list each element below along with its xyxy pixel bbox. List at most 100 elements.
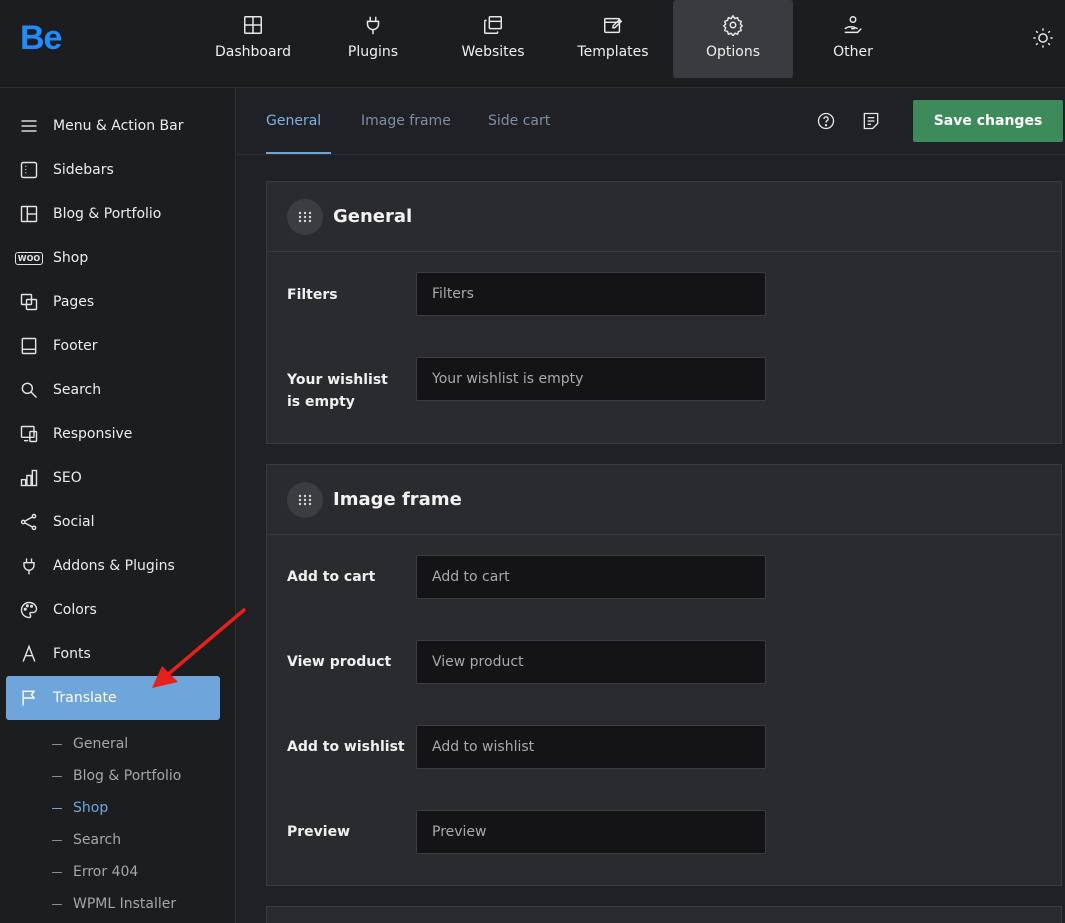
content-header: General Image frame Side cart Save chang…: [237, 88, 1065, 155]
sidebar-item-colors[interactable]: Colors: [6, 588, 220, 632]
field-row: Add to cart: [267, 535, 1061, 620]
translate-submenu: General Blog & Portfolio Shop Search Err…: [52, 728, 232, 920]
nav-dashboard[interactable]: Dashboard: [193, 0, 313, 78]
sidebar-item-search[interactable]: Search: [6, 368, 220, 412]
sidebar-icon: [20, 161, 38, 179]
nav-options[interactable]: Options: [673, 0, 793, 78]
dashboard-icon: [244, 16, 262, 34]
nav-options-label: Options: [705, 44, 761, 60]
sidebar-item-footer[interactable]: Footer: [6, 324, 220, 368]
drag-handle[interactable]: [287, 481, 323, 518]
hand-user-icon: [844, 16, 862, 34]
theme-toggle[interactable]: [1032, 27, 1056, 51]
share-icon: [20, 513, 37, 531]
nav-websites-label: Websites: [461, 44, 525, 60]
websites-icon: [484, 16, 502, 34]
nav-other[interactable]: Other: [793, 0, 913, 78]
submenu-item-general[interactable]: General: [52, 728, 232, 760]
sidebar-item-responsive[interactable]: Responsive: [6, 412, 220, 456]
field-row: Preview: [267, 790, 1061, 875]
tab-general[interactable]: General: [266, 88, 331, 154]
sidebar-item-label: Colors: [53, 602, 97, 618]
sidebar-item-label: Shop: [53, 250, 89, 266]
field-label: Add to cart: [287, 569, 376, 585]
woo-icon: WOO: [14, 251, 44, 265]
field-label: Your wishlist is empty: [287, 372, 388, 410]
responsive-icon: [20, 425, 38, 443]
help-button[interactable]: [816, 111, 838, 133]
add-to-wishlist-input[interactable]: [416, 725, 766, 769]
notes-icon: [863, 112, 879, 130]
dash-icon: [52, 807, 62, 809]
tab-image-frame[interactable]: Image frame: [361, 88, 451, 154]
dash-icon: [52, 743, 62, 745]
submenu-item-wpml-installer[interactable]: WPML Installer: [52, 888, 232, 920]
submenu-item-blog-portfolio[interactable]: Blog & Portfolio: [52, 760, 232, 792]
view-product-input[interactable]: [416, 640, 766, 684]
nav-templates[interactable]: Templates: [553, 0, 673, 78]
sidebar-item-pages[interactable]: Pages: [6, 280, 220, 324]
submenu-item-shop[interactable]: Shop: [52, 792, 232, 824]
panel-header: General: [267, 182, 1061, 252]
wishlist-empty-input[interactable]: [416, 357, 766, 401]
options-sidebar: Menu & Action Bar Sidebars Blog & Portfo…: [0, 88, 236, 923]
sidebar-item-fonts[interactable]: Fonts: [6, 632, 220, 676]
dash-icon: [52, 871, 62, 873]
field-label: Add to wishlist: [287, 739, 405, 755]
sidebar-item-sidebars[interactable]: Sidebars: [6, 148, 220, 192]
sidebar-item-label: SEO: [53, 470, 82, 486]
dash-icon: [52, 775, 62, 777]
submenu-item-label: Shop: [73, 800, 109, 816]
sidebar-item-shop[interactable]: WOO Shop: [6, 236, 220, 280]
panel-title: General: [333, 206, 413, 227]
sidebar-item-blog-portfolio[interactable]: Blog & Portfolio: [6, 192, 220, 236]
drag-dots-icon: [298, 211, 312, 222]
sidebar-item-translate[interactable]: Translate: [6, 676, 220, 720]
main-nav: Dashboard Plugins Websites Templates Opt…: [193, 0, 913, 78]
drag-handle[interactable]: [287, 198, 323, 235]
nav-templates-label: Templates: [577, 44, 649, 60]
sidebar-item-label: Addons & Plugins: [53, 558, 175, 574]
sidebar-item-menu-action-bar[interactable]: Menu & Action Bar: [6, 104, 220, 148]
nav-plugins[interactable]: Plugins: [313, 0, 433, 78]
nav-dashboard-label: Dashboard: [215, 44, 291, 60]
submenu-item-label: General: [73, 736, 129, 752]
gear-icon: [722, 14, 744, 36]
field-label: Filters: [287, 287, 338, 303]
submenu-item-error-404[interactable]: Error 404: [52, 856, 232, 888]
field-row: Your wishlist is empty: [267, 337, 1061, 422]
plug-icon: [366, 16, 380, 35]
nav-plugins-label: Plugins: [347, 44, 399, 60]
panel-title: Image frame: [333, 489, 462, 510]
layout-icon: [20, 205, 38, 223]
field-row: View product: [267, 620, 1061, 705]
sidebar-item-label: Responsive: [53, 426, 133, 442]
be-logo[interactable]: Be: [20, 20, 62, 56]
sidebar-item-social[interactable]: Social: [6, 500, 220, 544]
notes-button[interactable]: [861, 111, 883, 133]
plug-icon: [23, 558, 35, 575]
drag-dots-icon: [298, 494, 312, 505]
save-changes-button[interactable]: Save changes: [913, 100, 1063, 142]
panel-next-partial: [266, 906, 1062, 923]
dash-icon: [52, 839, 62, 841]
sidebar-item-label: Social: [53, 514, 95, 530]
preview-input[interactable]: [416, 810, 766, 854]
sidebar-item-seo[interactable]: SEO: [6, 456, 220, 500]
tab-side-cart[interactable]: Side cart: [488, 88, 550, 154]
footer-icon: [21, 337, 37, 355]
pages-icon: [20, 293, 38, 311]
font-icon: [22, 644, 36, 662]
sidebar-item-label: Translate: [53, 690, 117, 706]
sidebar-item-addons-plugins[interactable]: Addons & Plugins: [6, 544, 220, 588]
field-row: Add to wishlist: [267, 705, 1061, 790]
sidebar-item-label: Blog & Portfolio: [53, 206, 162, 222]
sidebar-item-label: Search: [53, 382, 102, 398]
submenu-item-label: Blog & Portfolio: [73, 768, 182, 784]
submenu-item-search[interactable]: Search: [52, 824, 232, 856]
templates-icon: [604, 17, 623, 34]
nav-websites[interactable]: Websites: [433, 0, 553, 78]
add-to-cart-input[interactable]: [416, 555, 766, 599]
filters-input[interactable]: [416, 272, 766, 316]
panel-general: General Filters Your wishlist is empty: [266, 181, 1062, 444]
